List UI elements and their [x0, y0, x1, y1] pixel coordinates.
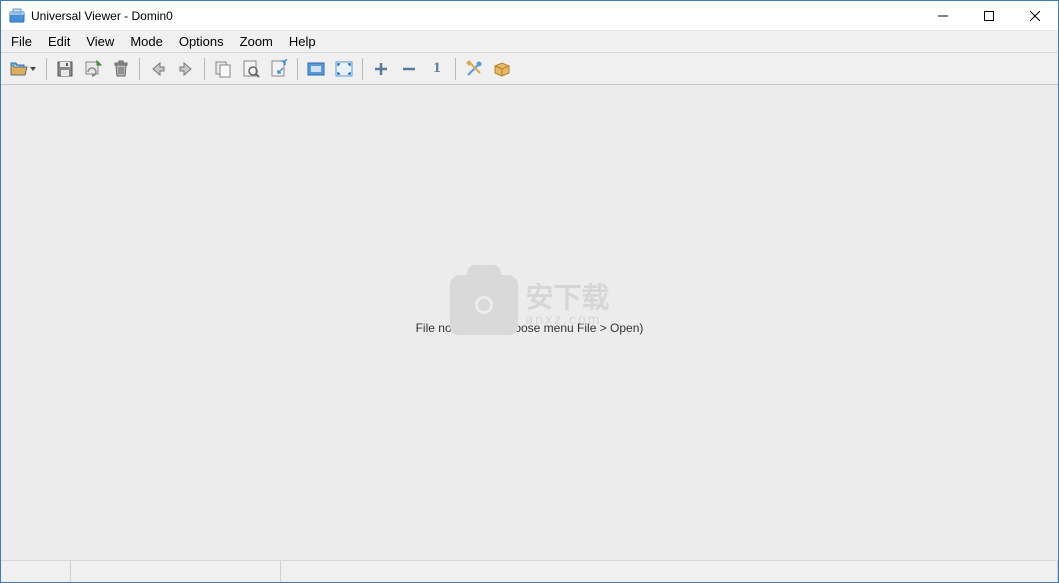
page-magnify-icon	[241, 59, 261, 79]
toolbar: 1	[1, 53, 1058, 85]
titlebar: Universal Viewer - Domin0	[1, 1, 1058, 31]
delete-button[interactable]	[108, 56, 134, 82]
menu-options[interactable]: Options	[171, 31, 232, 52]
maximize-button[interactable]	[966, 1, 1012, 30]
status-panel-3	[281, 561, 1058, 582]
arrow-left-icon	[148, 59, 168, 79]
menu-view[interactable]: View	[78, 31, 122, 52]
plus-icon	[371, 59, 391, 79]
one-icon: 1	[433, 60, 441, 77]
toolbar-separator	[204, 58, 205, 80]
window-controls	[920, 1, 1058, 30]
reload-icon	[83, 59, 103, 79]
empty-message: File not loaded (choose menu File > Open…	[416, 321, 644, 335]
plugins-button[interactable]	[489, 56, 515, 82]
menu-file[interactable]: File	[3, 31, 40, 52]
status-panel-2	[71, 561, 281, 582]
tools-icon	[464, 59, 484, 79]
fullscreen-icon	[334, 59, 354, 79]
reload-button[interactable]	[80, 56, 106, 82]
package-icon	[492, 59, 512, 79]
zoom-in-button[interactable]	[368, 56, 394, 82]
toolbar-separator	[455, 58, 456, 80]
folder-open-icon	[9, 59, 29, 79]
actual-size-button[interactable]: 1	[424, 56, 450, 82]
menu-help[interactable]: Help	[281, 31, 324, 52]
fit-width-icon	[306, 59, 326, 79]
fit-page-button[interactable]	[266, 56, 292, 82]
statusbar	[1, 560, 1058, 582]
chevron-down-icon	[30, 67, 36, 71]
minus-icon	[399, 59, 419, 79]
next-button[interactable]	[173, 56, 199, 82]
menu-edit[interactable]: Edit	[40, 31, 78, 52]
fullscreen-button[interactable]	[331, 56, 357, 82]
status-panel-1	[1, 561, 71, 582]
copy-icon	[213, 59, 233, 79]
menu-mode[interactable]: Mode	[122, 31, 171, 52]
toolbar-separator	[297, 58, 298, 80]
toolbar-separator	[362, 58, 363, 80]
copy-button[interactable]	[210, 56, 236, 82]
watermark-text: 安下载 anxz.com	[525, 284, 609, 326]
toolbar-separator	[46, 58, 47, 80]
preview-button[interactable]	[238, 56, 264, 82]
menubar: File Edit View Mode Options Zoom Help	[1, 31, 1058, 53]
minimize-button[interactable]	[920, 1, 966, 30]
fit-width-button[interactable]	[303, 56, 329, 82]
save-button[interactable]	[52, 56, 78, 82]
toolbar-separator	[139, 58, 140, 80]
menu-zoom[interactable]: Zoom	[232, 31, 281, 52]
options-button[interactable]	[461, 56, 487, 82]
floppy-icon	[55, 59, 75, 79]
app-icon	[9, 8, 25, 24]
content-area: 安下载 anxz.com File not loaded (choose men…	[1, 85, 1058, 560]
open-button[interactable]	[5, 56, 41, 82]
close-button[interactable]	[1012, 1, 1058, 30]
arrow-right-icon	[176, 59, 196, 79]
previous-button[interactable]	[145, 56, 171, 82]
fit-page-icon	[269, 59, 289, 79]
trash-icon	[111, 59, 131, 79]
zoom-out-button[interactable]	[396, 56, 422, 82]
window-title: Universal Viewer - Domin0	[31, 9, 173, 23]
